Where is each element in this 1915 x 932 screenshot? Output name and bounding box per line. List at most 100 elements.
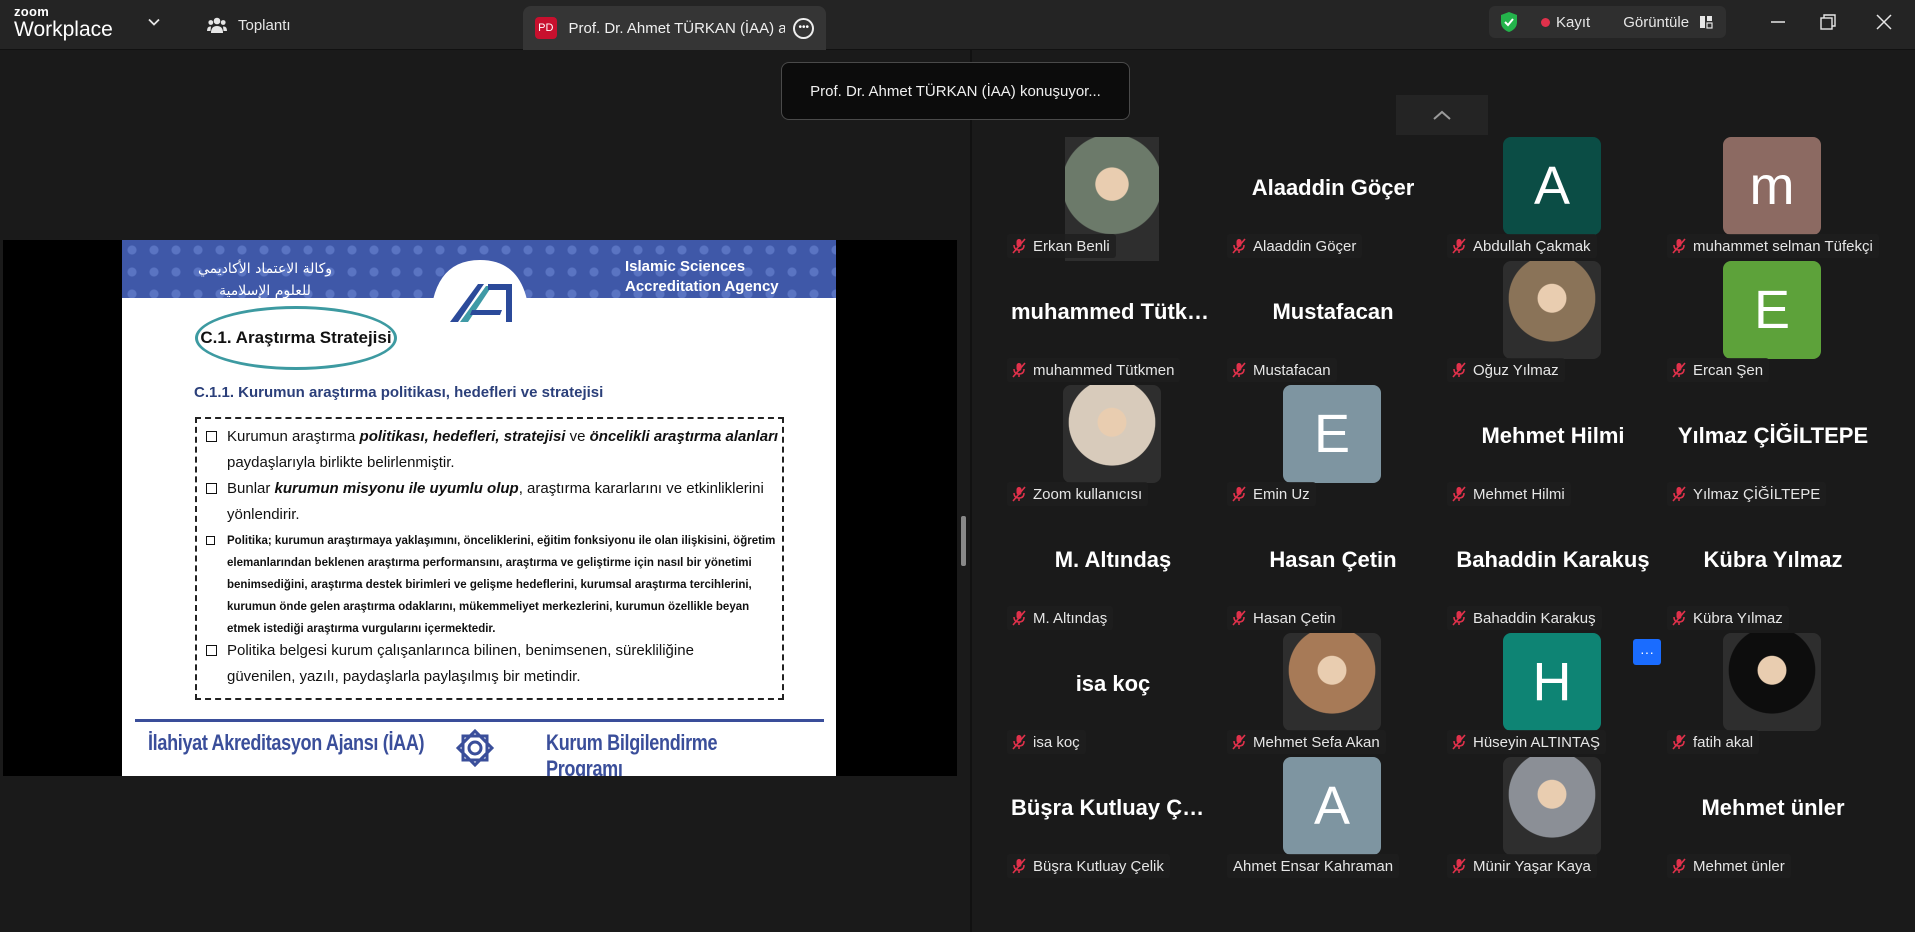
participant-name-label: isa koç [1007,730,1086,754]
logo-brand-top: zoom [14,4,50,19]
participant-name-label: Ahmet Ensar Kahraman [1227,854,1400,878]
muted-mic-icon [1452,362,1466,378]
participant-tile[interactable]: Mehmet ünler Mehmet ünler [1663,757,1883,881]
participant-tile[interactable]: isa koç isa koç [1003,633,1223,757]
participant-name: Ercan Şen [1693,361,1764,379]
participant-name-label: M. Altındaş [1007,606,1114,630]
participant-display-name: M. Altındaş [1054,547,1172,572]
muted-mic-icon [1672,610,1686,626]
participant-name: muhammet selman Tüfekçi [1693,237,1873,255]
participant-display-name: Yılmaz ÇİĞİLTEPE [1677,423,1869,448]
restore-icon[interactable] [1816,10,1840,34]
muted-mic-icon [1672,486,1686,502]
collapse-gallery-button[interactable] [1396,95,1488,135]
slide-arabic-title: وكالة الاعتماد الأكاديمي للعلوم الإسلامي… [185,258,345,302]
panel-resize-handle[interactable] [961,516,966,566]
participant-tile[interactable]: Erkan Benli [1003,137,1223,261]
grid-view-icon[interactable] [1699,15,1713,29]
participant-display-name: Mustafacan [1272,299,1394,324]
participant-display-name: Alaaddin Göçer [1251,175,1415,200]
participant-name-label: Ercan Şen [1667,358,1770,382]
participant-display-name: Mehmet ünler [1701,795,1845,820]
minimize-icon[interactable] [1766,10,1790,34]
muted-mic-icon [1672,238,1686,254]
participant-more-button[interactable]: ··· [1633,639,1661,665]
participant-tile[interactable]: Yılmaz ÇİĞİLTEPE Yılmaz ÇİĞİLTEPE [1663,385,1883,509]
participant-video-thumbnail [1063,385,1161,483]
participant-display-name: Bahaddin Karakuş [1456,547,1650,572]
chevron-up-icon [1433,110,1451,120]
meeting-label: Toplantı [238,16,291,34]
close-icon[interactable] [1872,10,1896,34]
participant-video-thumbnail [1503,261,1601,359]
participant-tile[interactable]: muhammed Tütkmen muhammed Tütkmen [1003,261,1223,385]
participant-name-label: Bahaddin Karakuş [1447,606,1602,630]
participant-name: Ahmet Ensar Kahraman [1233,857,1394,875]
participant-tile[interactable]: Zoom kullanıcısı [1003,385,1223,509]
participant-tile[interactable]: A Ahmet Ensar Kahraman [1223,757,1443,881]
muted-mic-icon [1012,362,1026,378]
english-line-1: Islamic Sciences [625,258,746,275]
b4-text: Politika belgesi kurum çalışanlarınca bi… [227,642,694,685]
participant-tile[interactable]: m muhammet selman Tüfekçi [1663,137,1883,261]
more-options-icon[interactable]: ••• [793,17,814,39]
participant-tile[interactable]: E Emin Uz [1223,385,1443,509]
participant-name-label: Mehmet Sefa Akan [1227,730,1386,754]
muted-mic-icon [1232,610,1246,626]
participant-tile[interactable]: Büşra Kutluay Çelik Büşra Kutluay Çelik [1003,757,1223,881]
participant-name: Bahaddin Karakuş [1473,609,1596,627]
participant-avatar: H [1503,633,1601,731]
b2-text-b: kurumun misyonu ile uyumlu olup [274,480,519,497]
participant-name-label: Münir Yaşar Kaya [1447,854,1597,878]
participant-tile[interactable]: Mustafacan Mustafacan [1223,261,1443,385]
arabic-line-1: وكالة الاعتماد الأكاديمي [197,261,333,277]
muted-mic-icon [1232,734,1246,750]
slide-content-box: Kurumun araştırma politikası, hedefleri,… [195,417,784,700]
participant-name: Mehmet Hilmi [1473,485,1565,503]
participant-tile[interactable]: A Abdullah Çakmak [1443,137,1663,261]
participant-tile[interactable]: Alaaddin Göçer Alaaddin Göçer [1223,137,1443,261]
participant-video-thumbnail [1723,633,1821,731]
arabic-line-2: للعلوم الإسلامية [219,283,311,299]
muted-mic-icon [1672,858,1686,874]
bullet-1: Kurumun araştırma politikası, hedefleri,… [206,424,782,476]
meeting-tab[interactable]: Toplantı [207,12,291,38]
participant-tile[interactable]: Oğuz Yılmaz [1443,261,1663,385]
participant-tile[interactable]: Hasan Çetin Hasan Çetin [1223,509,1443,633]
muted-mic-icon [1012,486,1026,502]
checkbox-bullet-icon [206,431,217,442]
participant-tile[interactable]: H Hüseyin ALTINTAŞ [1443,633,1663,757]
participant-avatar: E [1283,385,1381,483]
participant-tile[interactable]: M. Altındaş M. Altındaş [1003,509,1223,633]
participant-name: fatih akal [1693,733,1754,751]
participant-tile[interactable]: Mehmet Sefa Akan [1223,633,1443,757]
record-label[interactable]: Kayıt [1556,14,1590,31]
participant-name: isa koç [1033,733,1080,751]
participant-tile[interactable]: Bahaddin Karakuş Bahaddin Karakuş [1443,509,1663,633]
participant-name: Oğuz Yılmaz [1473,361,1559,379]
muted-mic-icon [1452,238,1466,254]
speaker-notification: Prof. Dr. Ahmet TÜRKAN (İAA) konuşuyor..… [781,62,1130,120]
participant-tile[interactable]: Münir Yaşar Kaya [1443,757,1663,881]
participant-video-thumbnail [1283,633,1381,731]
zoom-logo: zoom Workplace [14,5,113,40]
participant-name-label: Alaaddin Göçer [1227,234,1363,258]
english-line-2: Accreditation Agency [625,278,779,295]
muted-mic-icon [1232,486,1246,502]
chevron-down-icon[interactable] [147,15,161,29]
tab-screen-share[interactable]: PD Prof. Dr. Ahmet TÜRKAN (İAA) adlı kiş… [523,6,826,50]
b1-text-b: politikası, hedefleri, stratejisi [359,428,566,445]
participant-tile[interactable]: Mehmet Hilmi Mehmet Hilmi [1443,385,1663,509]
b1-text-a: Kurumun araştırma [227,428,360,445]
emblem-icon [455,728,495,768]
participant-name-label: Mehmet Hilmi [1447,482,1571,506]
participant-tile[interactable]: Kübra Yılmaz Kübra Yılmaz [1663,509,1883,633]
participant-tile[interactable]: fatih akal [1663,633,1883,757]
bullet-3: Politika; kurumun araştırmaya yaklaşımın… [206,530,781,640]
participant-name-label: muhammet selman Tüfekçi [1667,234,1879,258]
view-label[interactable]: Görüntüle [1623,14,1689,31]
participant-tile[interactable]: E Ercan Şen [1663,261,1883,385]
shield-icon[interactable] [1499,11,1519,33]
participant-name-label: Hasan Çetin [1227,606,1342,630]
participant-display-name: muhammed Tütkmen [1011,299,1223,324]
